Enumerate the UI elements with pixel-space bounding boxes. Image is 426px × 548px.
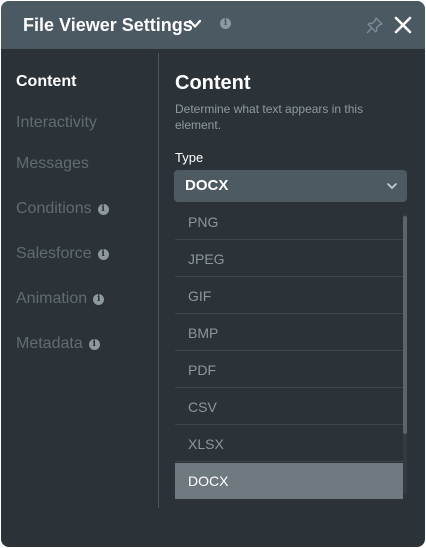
sidebar-item-label: Metadata (16, 335, 83, 352)
sidebar-item-messages[interactable]: Messages (16, 154, 89, 174)
sidebar-item-interactivity[interactable]: Interactivity (16, 113, 97, 133)
sidebar-item-label: Messages (16, 155, 89, 172)
section-description: Determine what text appears in this elem… (175, 102, 364, 132)
info-icon: i (97, 249, 109, 260)
type-select-value: DOCX (185, 177, 229, 194)
info-icon: i (97, 204, 109, 215)
sidebar-item-salesforce[interactable]: Salesforce i (16, 244, 109, 264)
panel-title[interactable]: File Viewer Settings (23, 13, 193, 37)
dropdown-option-xlsx[interactable]: XLSX (175, 426, 403, 462)
panel-header: File Viewer Settings i (1, 1, 425, 49)
sidebar-nav: Content Interactivity Messages Condition… (1, 49, 158, 509)
type-select[interactable]: DOCX (174, 170, 407, 202)
dropdown-option-pdf[interactable]: PDF (175, 352, 403, 388)
dropdown-option-bmp[interactable]: BMP (175, 315, 403, 351)
sidebar-divider (158, 53, 159, 508)
dropdown-option-docx[interactable]: DOCX (175, 463, 403, 499)
info-icon[interactable]: i (220, 18, 231, 29)
dropdown-option-csv[interactable]: CSV (175, 389, 403, 425)
dropdown-option-gif[interactable]: GIF (175, 278, 403, 314)
sidebar-item-label: Conditions (16, 200, 92, 217)
sidebar-item-metadata[interactable]: Metadata i (16, 334, 100, 354)
file-viewer-settings-panel: File Viewer Settings i Content Interacti… (1, 1, 425, 547)
sidebar-item-conditions[interactable]: Conditions i (16, 199, 109, 219)
sidebar-item-label: Content (16, 73, 77, 90)
info-icon: i (88, 339, 100, 350)
sidebar-item-label: Interactivity (16, 114, 97, 131)
section-title: Content (175, 72, 251, 94)
sidebar-item-animation[interactable]: Animation i (16, 289, 105, 309)
type-dropdown-list[interactable]: PNG JPEG GIF BMP PDF CSV XLSX DOCX (174, 204, 407, 500)
dropdown-option-jpeg[interactable]: JPEG (175, 241, 403, 277)
dropdown-scrollbar-thumb[interactable] (403, 216, 407, 434)
info-icon: i (93, 294, 105, 305)
sidebar-item-content[interactable]: Content (16, 72, 76, 92)
pin-icon[interactable] (366, 16, 384, 34)
close-icon[interactable] (393, 15, 413, 35)
chevron-down-icon[interactable] (188, 17, 202, 31)
dropdown-option-png[interactable]: PNG (175, 204, 403, 240)
sidebar-item-label: Salesforce (16, 245, 92, 262)
chevron-down-icon (387, 183, 397, 189)
sidebar-item-label: Animation (16, 290, 88, 307)
type-field-label: Type (175, 150, 204, 165)
